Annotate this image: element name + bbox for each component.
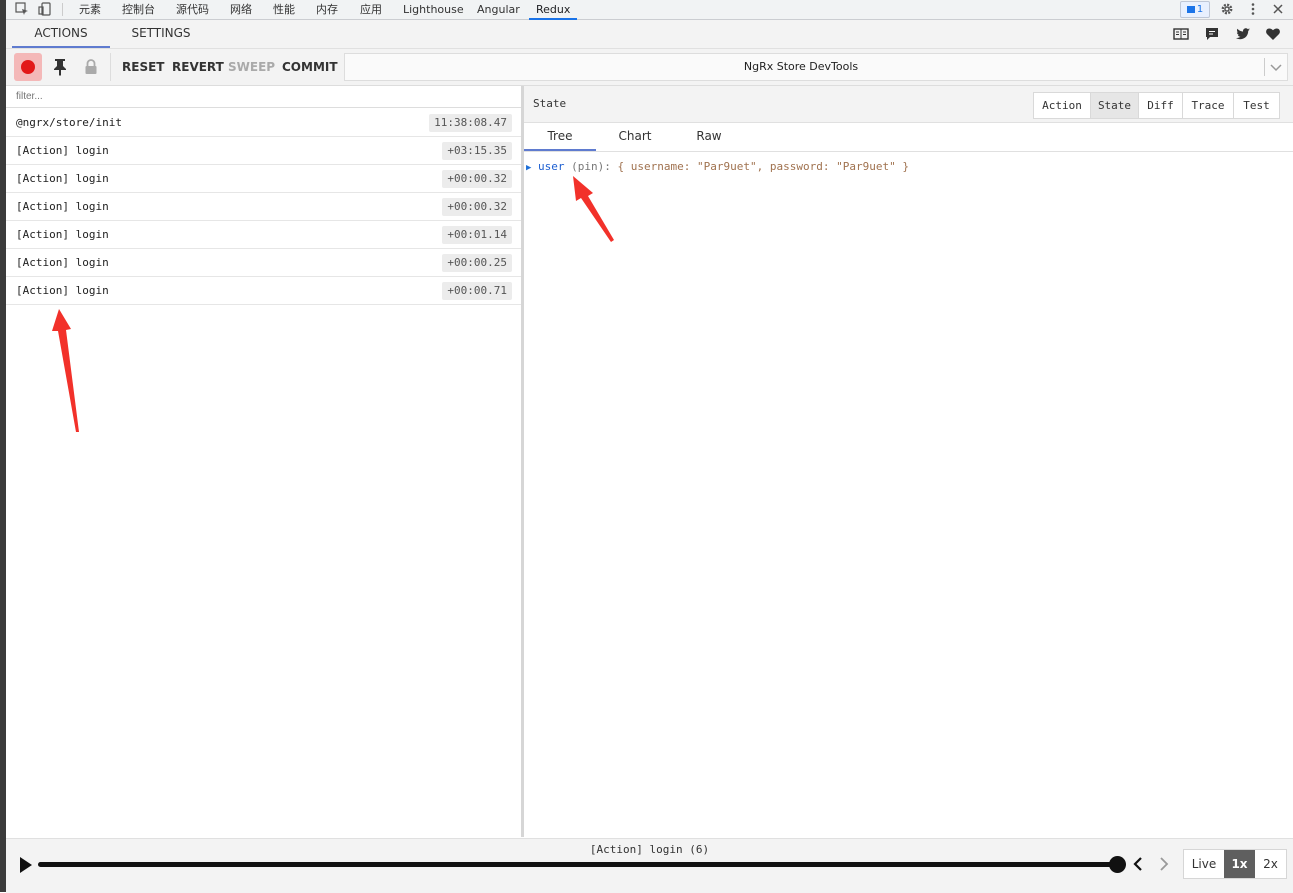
inspector-subtabs: Tree Chart Raw: [524, 123, 1293, 152]
issues-badge[interactable]: 1: [1180, 1, 1210, 18]
store-instance-label: NgRx Store DevTools: [743, 60, 859, 73]
speed-1x-button[interactable]: 1x: [1224, 850, 1255, 878]
action-name: @ngrx/store/init: [16, 116, 122, 129]
action-name: [Action] login: [16, 200, 109, 213]
slider-track[interactable]: [38, 862, 1118, 867]
timeline-slider-bar: [Action] login (6) Live 1x 2x: [6, 838, 1293, 893]
action-timestamp: 11:38:08.47: [429, 114, 512, 132]
settings-gear-icon[interactable]: [1220, 2, 1234, 16]
action-row[interactable]: [Action] login +00:00.71: [6, 277, 521, 305]
divider: [110, 53, 111, 81]
filter-input[interactable]: [6, 86, 521, 108]
action-row[interactable]: [Action] login +00:01.14: [6, 221, 521, 249]
action-list-panel: @ngrx/store/init 11:38:08.47 [Action] logi…: [6, 86, 521, 837]
twitter-icon[interactable]: [1235, 26, 1251, 42]
record-icon: [21, 60, 35, 74]
action-name: [Action] login: [16, 256, 109, 269]
tab-lighthouse[interactable]: Lighthouse: [403, 0, 464, 19]
record-button[interactable]: [14, 53, 42, 81]
action-row[interactable]: [Action] login +03:15.35: [6, 137, 521, 165]
action-timestamp: +03:15.35: [442, 142, 512, 160]
tab-redux[interactable]: Redux: [528, 0, 578, 20]
action-row[interactable]: [Action] login +00:00.32: [6, 165, 521, 193]
mode-state-button[interactable]: State: [1091, 93, 1139, 118]
action-row[interactable]: [Action] login +00:00.25: [6, 249, 521, 277]
tab-angular[interactable]: Angular: [477, 0, 520, 19]
action-timestamp: +00:00.25: [442, 254, 512, 272]
mode-test-button[interactable]: Test: [1234, 93, 1279, 118]
inspector-header: State Action State Diff Trace Test: [524, 86, 1293, 123]
action-row[interactable]: @ngrx/store/init 11:38:08.47: [6, 109, 521, 137]
action-timestamp: +00:01.14: [442, 226, 512, 244]
more-options-icon[interactable]: [1246, 2, 1260, 16]
reset-button[interactable]: RESET: [122, 49, 164, 85]
close-icon[interactable]: [1271, 2, 1285, 16]
tab-elements[interactable]: 元素: [79, 0, 101, 19]
toolbar: RESET REVERT SWEEP COMMIT NgRx Store Dev…: [6, 49, 1293, 86]
lock-icon[interactable]: [84, 59, 98, 75]
device-toolbar-icon[interactable]: [38, 2, 52, 16]
tree-node-key[interactable]: user: [538, 160, 565, 173]
playback-speed-switch: Live 1x 2x: [1183, 849, 1287, 879]
action-timestamp: +00:00.71: [442, 282, 512, 300]
inspector-panel: State Action State Diff Trace Test Tree …: [524, 86, 1293, 837]
book-icon[interactable]: [1173, 26, 1189, 42]
step-forward-icon[interactable]: [1159, 855, 1169, 873]
step-back-icon[interactable]: [1133, 855, 1143, 873]
devtools-tab-bar: 元素 控制台 源代码 网络 性能 内存 应用 Lighthouse Angula…: [6, 0, 1293, 20]
action-name: [Action] login: [16, 284, 109, 297]
action-name: [Action] login: [16, 172, 109, 185]
mode-trace-button[interactable]: Trace: [1183, 93, 1234, 118]
heart-icon[interactable]: [1265, 26, 1281, 42]
inspector-title: State: [533, 97, 567, 110]
app-header: ACTIONS SETTINGS: [6, 20, 1293, 49]
mode-action-button[interactable]: Action: [1034, 93, 1091, 118]
action-name: [Action] login: [16, 144, 109, 157]
subtab-raw[interactable]: Raw: [672, 123, 746, 151]
speed-live-button[interactable]: Live: [1184, 850, 1224, 878]
inspector-mode-switch: Action State Diff Trace Test: [1033, 92, 1280, 119]
play-icon[interactable]: [20, 857, 32, 873]
tab-application[interactable]: 应用: [360, 0, 382, 19]
pin-icon[interactable]: [52, 58, 68, 76]
commit-button[interactable]: COMMIT: [282, 49, 338, 85]
mode-diff-button[interactable]: Diff: [1139, 93, 1183, 118]
state-tree: ▶ user (pin): { username: "Par9uet", pas…: [526, 160, 909, 173]
action-timestamp: +00:00.32: [442, 170, 512, 188]
inspect-element-icon[interactable]: [15, 2, 29, 16]
revert-button[interactable]: REVERT: [172, 49, 224, 85]
tab-performance[interactable]: 性能: [273, 0, 295, 19]
tree-node-value: { username: "Par9uet", password: "Par9ue…: [617, 160, 909, 173]
divider: [62, 3, 63, 16]
tree-colon: :: [604, 160, 611, 173]
message-icon: [1186, 5, 1195, 13]
tab-sources[interactable]: 源代码: [176, 0, 209, 19]
tab-network[interactable]: 网络: [230, 0, 252, 19]
current-action-label: [Action] login (6): [589, 843, 710, 856]
issues-count: 1: [1196, 4, 1204, 15]
chat-icon[interactable]: [1204, 26, 1220, 42]
tab-console[interactable]: 控制台: [122, 0, 155, 19]
slider-handle[interactable]: [1109, 856, 1126, 873]
action-timestamp: +00:00.32: [442, 198, 512, 216]
speed-2x-button[interactable]: 2x: [1255, 850, 1286, 878]
action-row[interactable]: [Action] login +00:00.32: [6, 193, 521, 221]
expand-arrow-icon[interactable]: ▶: [526, 163, 531, 173]
tab-actions[interactable]: ACTIONS: [12, 20, 110, 48]
tab-settings[interactable]: SETTINGS: [112, 20, 210, 47]
select-divider: [1264, 58, 1265, 76]
chevron-down-icon: [1270, 64, 1282, 72]
subtab-tree[interactable]: Tree: [524, 123, 596, 151]
action-name: [Action] login: [16, 228, 109, 241]
store-instance-select[interactable]: NgRx Store DevTools: [344, 53, 1288, 81]
tab-memory[interactable]: 内存: [316, 0, 338, 19]
sweep-button[interactable]: SWEEP: [228, 49, 275, 85]
subtab-chart[interactable]: Chart: [598, 123, 672, 151]
tree-node-pin[interactable]: (pin): [571, 160, 604, 173]
